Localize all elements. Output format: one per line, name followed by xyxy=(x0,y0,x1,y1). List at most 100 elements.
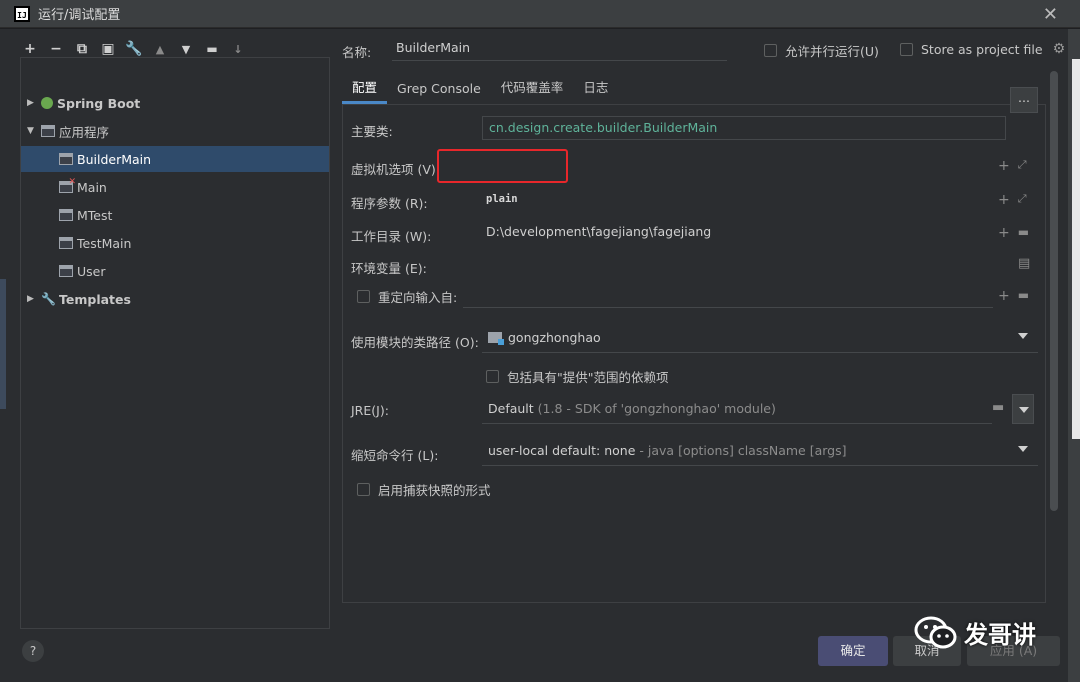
shorten-label: 缩短命令行 (L): xyxy=(351,448,439,463)
tab-logs[interactable]: 日志 xyxy=(573,77,618,104)
store-project-label: Store as project file xyxy=(921,41,1043,57)
browse-main-class-button[interactable]: ... xyxy=(1010,87,1038,113)
expand-icon[interactable]: ⤢ xyxy=(1018,192,1027,208)
panel-scrollbar[interactable] xyxy=(1050,71,1058,511)
tree-item-label: 应用程序 xyxy=(59,124,110,140)
jre-detail: (1.8 - SDK of 'gongzhonghao' module) xyxy=(537,401,776,416)
application-icon xyxy=(59,265,73,277)
allow-parallel-checkbox[interactable] xyxy=(764,44,777,57)
add-icon[interactable]: + xyxy=(998,225,1010,241)
program-args-input[interactable]: plain xyxy=(480,188,990,212)
jre-select[interactable]: Default (1.8 - SDK of 'gongzhonghao' mod… xyxy=(482,394,992,424)
folder-icon[interactable]: ▬ xyxy=(992,400,1004,415)
tree-item-main[interactable]: Main xyxy=(21,174,329,200)
application-icon xyxy=(59,237,73,249)
tab-grep-console[interactable]: Grep Console xyxy=(387,81,491,104)
env-actions: ▤ xyxy=(1018,256,1030,271)
snapshot-option[interactable]: 启用捕获快照的形式 xyxy=(357,480,491,499)
watermark-text: 发哥讲 xyxy=(964,621,1036,649)
add-icon[interactable]: + xyxy=(998,288,1010,304)
redirect-actions: + ▬ xyxy=(998,288,1029,304)
redirect-option[interactable]: 重定向输入自: xyxy=(357,287,457,306)
close-icon[interactable]: ✕ xyxy=(1043,4,1058,25)
document-icon[interactable]: ▤ xyxy=(1018,256,1030,271)
remove-icon[interactable]: − xyxy=(48,41,64,57)
main-class-input[interactable]: cn.design.create.builder.BuilderMain xyxy=(482,116,1006,140)
ok-button[interactable]: 确定 xyxy=(818,636,888,666)
main-class-label: 主要类: xyxy=(351,124,393,139)
expand-arrow-icon[interactable]: ▶ xyxy=(27,294,37,304)
include-provided-option[interactable]: 包括具有"提供"范围的依赖项 xyxy=(486,367,669,386)
add-icon[interactable]: + xyxy=(22,41,38,57)
config-tabs: 配置 Grep Console 代码覆盖率 日志 xyxy=(342,73,1046,105)
tree-item-label: Spring Boot xyxy=(57,95,141,111)
tree-item-spring-boot[interactable]: ▶ Spring Boot xyxy=(21,90,329,116)
application-icon xyxy=(41,125,55,137)
tree-toolbar: + − ⧉ ▣ 🔧 ▲ ▼ ▬ ↓ xyxy=(22,39,246,59)
help-button[interactable]: ? xyxy=(22,640,44,662)
application-error-icon xyxy=(59,177,76,193)
add-icon[interactable]: + xyxy=(998,192,1010,208)
shorten-detail: - java [options] className [args] xyxy=(639,443,847,458)
name-input[interactable]: BuilderMain xyxy=(392,35,727,61)
module-label: 使用模块的类路径 (O): xyxy=(351,335,479,350)
wrench-icon[interactable]: 🔧 xyxy=(125,41,142,57)
collapse-arrow-icon[interactable]: ▼ xyxy=(27,126,37,136)
shorten-select[interactable]: user-local default: none - java [options… xyxy=(482,436,1038,466)
move-down-icon[interactable]: ▼ xyxy=(178,41,194,57)
folder-icon[interactable]: ▬ xyxy=(1018,225,1029,241)
include-provided-checkbox[interactable] xyxy=(486,370,499,383)
tab-code-coverage[interactable]: 代码覆盖率 xyxy=(491,77,574,104)
tree-item-label: Templates xyxy=(59,291,131,307)
folder-add-icon[interactable]: ▬ xyxy=(204,41,220,57)
module-value: gongzhonghao xyxy=(508,330,601,345)
redirect-input-line[interactable] xyxy=(463,307,993,308)
vm-options-actions: + ⤢ xyxy=(998,158,1027,174)
chevron-down-icon xyxy=(1018,333,1028,339)
include-provided-label: 包括具有"提供"范围的依赖项 xyxy=(507,370,669,385)
expand-icon[interactable]: ⤢ xyxy=(1018,158,1027,174)
tree-item-application[interactable]: ▼ 应用程序 xyxy=(21,118,329,144)
snapshot-checkbox[interactable] xyxy=(357,483,370,496)
tab-config[interactable]: 配置 xyxy=(342,77,388,104)
watermark: 发哥讲 xyxy=(914,615,1036,650)
tree-item-templates[interactable]: ▶ 🔧 Templates xyxy=(21,286,329,312)
move-up-icon[interactable]: ▲ xyxy=(152,41,168,57)
background-window-edge xyxy=(1068,29,1080,682)
copy-icon[interactable]: ⧉ xyxy=(74,41,90,57)
working-dir-input[interactable]: D:\development\fagejiang\fagejiang xyxy=(480,221,990,245)
redirect-checkbox[interactable] xyxy=(357,290,370,303)
jre-dropdown-button[interactable] xyxy=(1012,394,1034,424)
module-select[interactable]: gongzhonghao xyxy=(482,323,1038,353)
allow-parallel-option[interactable]: 允许并行运行(U) xyxy=(764,41,879,60)
vm-options-label: 虚拟机选项 (V): xyxy=(351,162,440,177)
module-folder-icon xyxy=(488,332,504,345)
gear-icon[interactable]: ⚙ xyxy=(1053,41,1066,57)
wechat-logo-icon xyxy=(914,616,957,648)
application-icon xyxy=(59,153,73,165)
add-icon[interactable]: + xyxy=(998,158,1010,174)
window-title: 运行/调试配置 xyxy=(38,8,121,23)
tree-item-label: User xyxy=(77,263,106,279)
intellij-logo-icon: IJ xyxy=(14,5,30,22)
redirect-label: 重定向输入自: xyxy=(378,290,458,305)
tree-item-user[interactable]: User xyxy=(21,258,329,284)
program-args-label: 程序参数 (R): xyxy=(351,196,428,211)
tree-item-testmain[interactable]: TestMain xyxy=(21,230,329,256)
store-project-checkbox[interactable] xyxy=(900,42,913,56)
jre-label: JRE(J): xyxy=(351,403,389,418)
sort-icon[interactable]: ↓ xyxy=(230,41,246,57)
working-dir-label: 工作目录 (W): xyxy=(351,229,432,244)
save-icon[interactable]: ▣ xyxy=(100,41,116,57)
store-project-option[interactable]: Store as project file ⚙ xyxy=(900,41,1065,57)
tree-item-mtest[interactable]: MTest xyxy=(21,202,329,228)
program-args-actions: + ⤢ xyxy=(998,192,1027,208)
folder-icon[interactable]: ▬ xyxy=(1018,288,1029,304)
background-window-edge-left xyxy=(0,279,6,409)
chevron-down-icon xyxy=(1018,446,1028,452)
tree-item-buildermain[interactable]: BuilderMain xyxy=(21,146,329,172)
expand-arrow-icon[interactable]: ▶ xyxy=(27,98,37,108)
application-icon xyxy=(59,209,73,221)
wrench-icon: 🔧 xyxy=(41,292,56,306)
tree-item-label: Main xyxy=(77,179,107,195)
